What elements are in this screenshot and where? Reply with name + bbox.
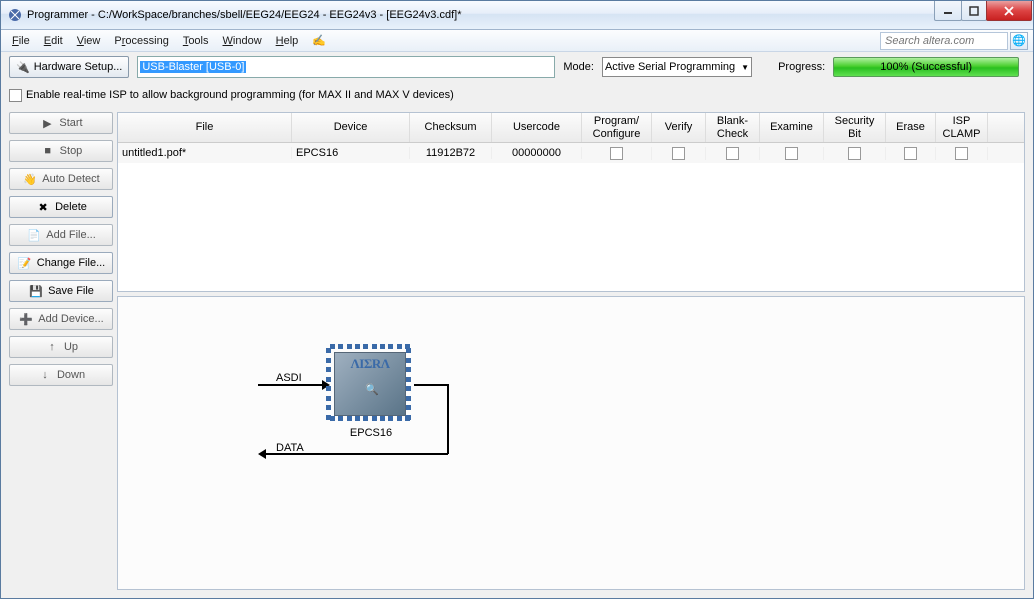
col-usercode[interactable]: Usercode bbox=[492, 113, 582, 142]
maximize-button[interactable] bbox=[961, 1, 987, 21]
menu-view[interactable]: View bbox=[71, 33, 107, 49]
side-panel: ▶Start ■Stop 👋Auto Detect ✖Delete 📄Add F… bbox=[9, 112, 113, 590]
cell-device: EPCS16 bbox=[292, 147, 410, 159]
detect-icon: 👋 bbox=[22, 173, 38, 186]
menu-tools[interactable]: Tools bbox=[177, 33, 215, 49]
menu-file[interactable]: File bbox=[6, 33, 36, 49]
down-button[interactable]: ↓Down bbox=[9, 364, 113, 386]
wire-out-right bbox=[447, 384, 449, 454]
titlebar: Programmer - C:/WorkSpace/branches/sbell… bbox=[1, 1, 1033, 30]
menu-window[interactable]: Window bbox=[217, 33, 268, 49]
delete-button[interactable]: ✖Delete bbox=[9, 196, 113, 218]
up-button[interactable]: ↑Up bbox=[9, 336, 113, 358]
cell-examine[interactable] bbox=[760, 147, 824, 160]
progress-text: 100% (Successful) bbox=[880, 61, 972, 73]
asdi-label: ASDI bbox=[276, 372, 302, 384]
cell-erase[interactable] bbox=[886, 147, 936, 160]
window-title: Programmer - C:/WorkSpace/branches/sbell… bbox=[27, 9, 935, 21]
diagram-pane: ASDI ΛIΣRΛ 🔍 EPCS16 DATA bbox=[117, 296, 1025, 590]
minimize-button[interactable] bbox=[934, 1, 962, 21]
search-input[interactable] bbox=[880, 32, 1008, 50]
add-file-button[interactable]: 📄Add File... bbox=[9, 224, 113, 246]
chip[interactable]: ΛIΣRΛ 🔍 bbox=[326, 344, 414, 424]
wire-asdi bbox=[258, 384, 326, 386]
save-file-button[interactable]: 💾Save File bbox=[9, 280, 113, 302]
cell-usercode: 00000000 bbox=[492, 147, 582, 159]
search-go-button[interactable]: 🌐 bbox=[1010, 32, 1028, 50]
cell-blank[interactable] bbox=[706, 147, 760, 160]
hardware-setup-label: Hardware Setup... bbox=[34, 61, 123, 73]
table-row[interactable]: untitled1.pof* EPCS16 11912B72 00000000 bbox=[118, 143, 1024, 163]
stop-icon: ■ bbox=[40, 145, 56, 157]
isp-label: Enable real-time ISP to allow background… bbox=[26, 89, 454, 101]
mode-value: Active Serial Programming bbox=[605, 61, 735, 73]
mode-select[interactable]: Active Serial Programming ▼ bbox=[602, 57, 752, 77]
cell-checksum: 11912B72 bbox=[410, 147, 492, 159]
progress-bar: 100% (Successful) bbox=[833, 57, 1019, 77]
table-header: File Device Checksum Usercode Program/ C… bbox=[118, 113, 1024, 143]
app-icon bbox=[7, 7, 23, 23]
wire-out-top bbox=[414, 384, 448, 386]
down-icon: ↓ bbox=[37, 369, 53, 381]
progress-label: Progress: bbox=[778, 61, 825, 73]
col-program[interactable]: Program/ Configure bbox=[582, 113, 652, 142]
device-table: File Device Checksum Usercode Program/ C… bbox=[117, 112, 1025, 292]
stop-button[interactable]: ■Stop bbox=[9, 140, 113, 162]
start-button[interactable]: ▶Start bbox=[9, 112, 113, 134]
isp-checkbox[interactable] bbox=[9, 89, 22, 102]
col-erase[interactable]: Erase bbox=[886, 113, 936, 142]
chip-label: EPCS16 bbox=[346, 427, 396, 439]
mode-label: Mode: bbox=[563, 61, 594, 73]
add-device-icon: ➕ bbox=[18, 313, 34, 326]
col-security[interactable]: Security Bit bbox=[824, 113, 886, 142]
add-device-button[interactable]: ➕Add Device... bbox=[9, 308, 113, 330]
cell-verify[interactable] bbox=[652, 147, 706, 160]
up-icon: ↑ bbox=[44, 341, 60, 353]
hardware-field[interactable]: USB-Blaster [USB-0] bbox=[137, 56, 555, 78]
save-icon: 💾 bbox=[28, 285, 44, 298]
col-file[interactable]: File bbox=[118, 113, 292, 142]
delete-icon: ✖ bbox=[35, 201, 51, 214]
data-label: DATA bbox=[276, 442, 304, 454]
chevron-down-icon: ▼ bbox=[741, 63, 749, 72]
menubar: File Edit View Processing Tools Window H… bbox=[1, 30, 1033, 52]
magnify-icon: 🔍 bbox=[365, 383, 379, 396]
col-verify[interactable]: Verify bbox=[652, 113, 706, 142]
cell-program[interactable] bbox=[582, 147, 652, 160]
chip-logo: ΛIΣRΛ bbox=[335, 356, 405, 372]
cell-file: untitled1.pof* bbox=[118, 147, 292, 159]
hardware-value: USB-Blaster [USB-0] bbox=[140, 61, 246, 73]
menu-edit[interactable]: Edit bbox=[38, 33, 69, 49]
hardware-icon: 🔌 bbox=[16, 61, 30, 74]
menu-processing[interactable]: Processing bbox=[108, 33, 174, 49]
arrow-data bbox=[258, 449, 266, 459]
change-file-icon: 📝 bbox=[17, 257, 33, 270]
cell-security[interactable] bbox=[824, 147, 886, 160]
cell-isp[interactable] bbox=[936, 147, 988, 160]
col-isp[interactable]: ISP CLAMP bbox=[936, 113, 988, 142]
add-file-icon: 📄 bbox=[26, 229, 42, 242]
toolbar: 🔌 Hardware Setup... USB-Blaster [USB-0] … bbox=[1, 52, 1033, 82]
close-button[interactable] bbox=[986, 1, 1032, 21]
play-icon: ▶ bbox=[39, 117, 55, 130]
change-file-button[interactable]: 📝Change File... bbox=[9, 252, 113, 274]
col-checksum[interactable]: Checksum bbox=[410, 113, 492, 142]
isp-row: Enable real-time ISP to allow background… bbox=[1, 82, 1033, 108]
menu-extra-icon[interactable]: ✍ bbox=[306, 32, 332, 49]
hardware-setup-button[interactable]: 🔌 Hardware Setup... bbox=[9, 56, 129, 78]
col-blank[interactable]: Blank- Check bbox=[706, 113, 760, 142]
globe-icon: 🌐 bbox=[1012, 34, 1026, 47]
col-examine[interactable]: Examine bbox=[760, 113, 824, 142]
col-device[interactable]: Device bbox=[292, 113, 410, 142]
auto-detect-button[interactable]: 👋Auto Detect bbox=[9, 168, 113, 190]
menu-help[interactable]: Help bbox=[270, 33, 305, 49]
